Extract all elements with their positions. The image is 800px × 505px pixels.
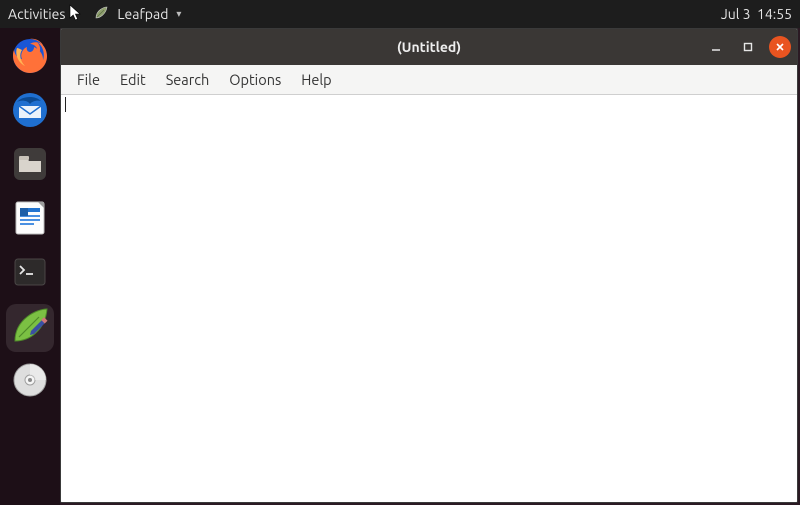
dock-item-disc-burner[interactable] [6, 358, 54, 406]
menubar: File Edit Search Options Help [61, 65, 797, 95]
minimize-button[interactable] [705, 36, 727, 58]
thunderbird-icon [10, 90, 50, 134]
titlebar[interactable]: (Untitled) [61, 29, 797, 65]
leafpad-icon [93, 5, 109, 24]
window-controls [705, 36, 791, 58]
dock-item-terminal[interactable] [6, 250, 54, 298]
menu-edit[interactable]: Edit [112, 68, 154, 91]
dock-item-leafpad[interactable] [6, 304, 54, 352]
disc-icon [10, 360, 50, 404]
gnome-top-panel: Activities Leafpad ▾ Jul 3 14:55 [0, 0, 800, 28]
activities-button[interactable]: Activities [8, 6, 65, 22]
dock-item-files[interactable] [6, 142, 54, 190]
clock[interactable]: Jul 3 14:55 [721, 6, 792, 22]
folder-icon [10, 144, 50, 188]
clock-time: 14:55 [757, 6, 792, 22]
chevron-down-icon: ▾ [176, 8, 181, 20]
libreoffice-writer-icon [10, 198, 50, 242]
menu-file[interactable]: File [69, 68, 108, 91]
menu-search[interactable]: Search [158, 68, 218, 91]
terminal-icon [10, 252, 50, 296]
leafpad-window: (Untitled) File Edit Search Options Help [60, 28, 798, 503]
mouse-cursor-icon [69, 4, 83, 25]
app-menu-label: Leafpad [117, 6, 168, 22]
dock-item-firefox[interactable] [6, 34, 54, 82]
dock [0, 28, 60, 505]
text-cursor [65, 97, 66, 112]
clock-date: Jul 3 [721, 6, 751, 22]
window-title: (Untitled) [61, 39, 797, 55]
minimize-icon [710, 41, 722, 53]
app-menu[interactable]: Leafpad ▾ [93, 5, 181, 24]
editor-area [61, 95, 797, 502]
maximize-button[interactable] [737, 36, 759, 58]
maximize-icon [742, 41, 754, 53]
menu-help[interactable]: Help [293, 68, 339, 91]
menu-options[interactable]: Options [221, 68, 289, 91]
dock-item-thunderbird[interactable] [6, 88, 54, 136]
firefox-icon [10, 36, 50, 80]
text-editor[interactable] [61, 95, 797, 502]
dock-item-libreoffice-writer[interactable] [6, 196, 54, 244]
close-button[interactable] [769, 36, 791, 58]
close-icon [774, 41, 786, 53]
leafpad-app-icon [9, 305, 51, 351]
